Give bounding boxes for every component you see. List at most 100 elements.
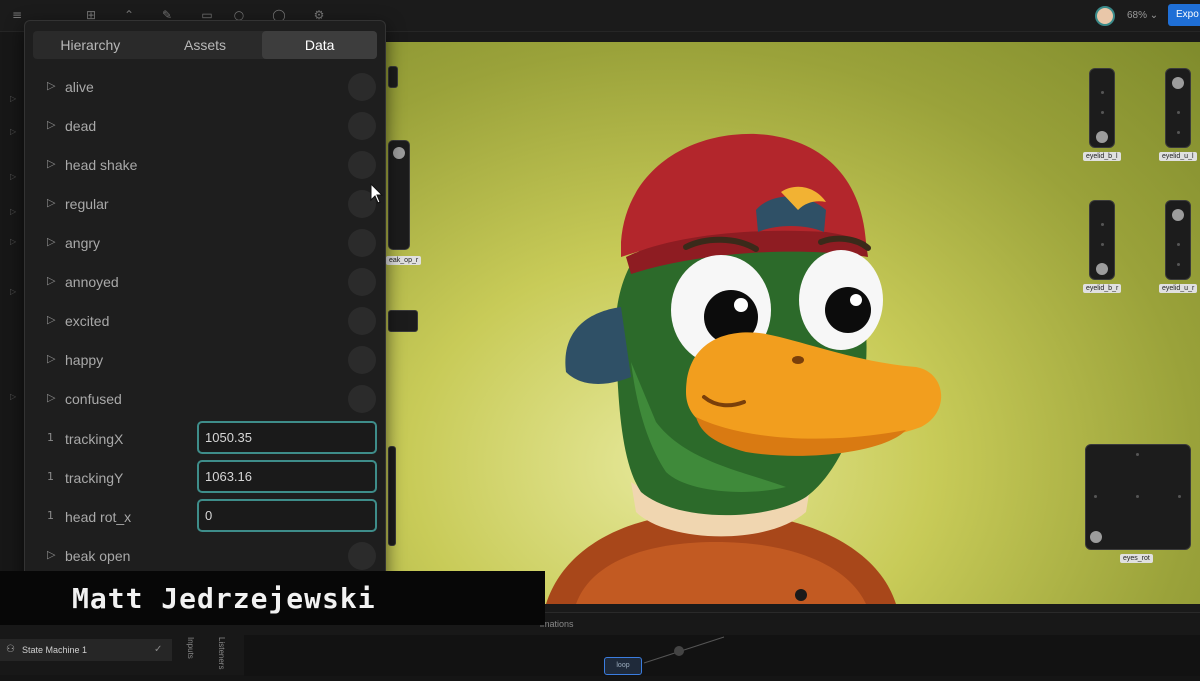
row-label: confused [65, 391, 122, 407]
zoom-level[interactable]: 68% ⌄ [1127, 10, 1158, 21]
beak-open-control[interactable] [388, 140, 410, 250]
row-label: head rot_x [65, 509, 132, 525]
row-label: trackingX [65, 431, 124, 447]
control-knob[interactable] [1096, 263, 1108, 275]
triangle-right-icon[interactable]: ▷ [47, 548, 59, 561]
tab-data[interactable]: Data [262, 31, 378, 59]
triangle-right-icon[interactable]: ▷ [47, 118, 59, 131]
eyes-rot-control[interactable] [1085, 444, 1191, 550]
tab-listeners[interactable]: Listeners [217, 637, 226, 669]
expand-arrow-icon[interactable]: ▷ [10, 94, 16, 103]
partial-control[interactable] [388, 310, 418, 332]
data-row-head-shake[interactable]: ▷ head shake [25, 146, 385, 185]
expand-arrow-icon[interactable]: ▷ [10, 287, 16, 296]
control-knob[interactable] [1172, 209, 1184, 221]
expand-arrow-icon[interactable]: ▷ [10, 392, 16, 401]
triangle-right-icon[interactable]: ▷ [47, 313, 59, 326]
expand-arrow-icon[interactable]: ▷ [10, 127, 16, 136]
boolean-toggle[interactable] [348, 346, 376, 374]
data-row-angry[interactable]: ▷ angry [25, 224, 385, 263]
control-knob[interactable] [1090, 531, 1102, 543]
graph-edges [643, 636, 725, 664]
animations-tab[interactable]: imations [540, 619, 574, 629]
data-row-dead[interactable]: ▷ dead [25, 107, 385, 146]
number-icon: 1 [47, 509, 54, 522]
expand-arrow-icon[interactable]: ▷ [10, 237, 16, 246]
eyelid-u-l-control[interactable] [1165, 68, 1191, 148]
triangle-right-icon[interactable]: ▷ [47, 274, 59, 287]
boolean-toggle[interactable] [348, 73, 376, 101]
data-row-confused[interactable]: ▷ confused [25, 380, 385, 419]
expand-arrow-icon[interactable]: ▷ [10, 172, 16, 181]
boolean-toggle[interactable] [348, 385, 376, 413]
boolean-toggle[interactable] [348, 229, 376, 257]
triangle-right-icon[interactable]: ▷ [47, 235, 59, 248]
duck-character-illustration [546, 133, 942, 604]
data-panel: Hierarchy Assets Data ▷ alive ▷ dead ▷ h… [24, 20, 386, 620]
eyelid-b-l-label: eyelid_b_l [1083, 152, 1121, 161]
data-row-happy[interactable]: ▷ happy [25, 341, 385, 380]
triangle-right-icon[interactable]: ▷ [47, 157, 59, 170]
state-machine-icon: ⚇ [6, 644, 15, 655]
control-knob[interactable] [1172, 77, 1184, 89]
tab-assets[interactable]: Assets [148, 31, 263, 59]
row-label: alive [65, 79, 94, 95]
row-label: angry [65, 235, 101, 251]
eyelid-u-r-control[interactable] [1165, 200, 1191, 280]
data-row-trackingx[interactable]: 1 trackingX 1050.35 [25, 420, 385, 459]
mouse-cursor-icon [370, 183, 384, 204]
eyelid-u-r-label: eyelid_u_r [1159, 284, 1198, 293]
artboard[interactable]: eyelid_b_l eyelid_u_l eyelid_b_r eyelid_… [386, 42, 1200, 604]
export-button[interactable]: Expo [1168, 4, 1200, 26]
loop-state-node[interactable]: loop [604, 657, 642, 675]
caption-name: Matt Jedrzejewski [72, 582, 376, 615]
control-knob[interactable] [393, 147, 405, 159]
eyes-rot-label: eyes_rot [1120, 554, 1153, 563]
control-knob[interactable] [1096, 131, 1108, 143]
partial-control[interactable] [388, 66, 398, 88]
data-row-trackingy[interactable]: 1 trackingY 1063.16 [25, 459, 385, 498]
tab-inputs[interactable]: Inputs [186, 637, 195, 659]
state-graph[interactable] [244, 635, 1200, 676]
canvas-stage[interactable]: eyelid_b_l eyelid_u_l eyelid_b_r eyelid_… [386, 32, 1200, 612]
state-machine-label: State Machine 1 [22, 645, 88, 655]
row-label: happy [65, 352, 104, 368]
eyelid-u-l-label: eyelid_u_l [1159, 152, 1197, 161]
check-icon: ✓ [154, 644, 163, 655]
boolean-toggle[interactable] [348, 151, 376, 179]
number-icon: 1 [47, 431, 54, 444]
triangle-right-icon[interactable]: ▷ [47, 352, 59, 365]
left-hierarchy-strip: ▷ ▷ ▷ ▷ ▷ ▷ ▷ [0, 32, 24, 612]
row-label: head shake [65, 157, 138, 173]
tab-hierarchy[interactable]: Hierarchy [33, 31, 148, 59]
eyelid-b-r-label: eyelid_b_r [1083, 284, 1122, 293]
trackingy-input[interactable]: 1063.16 [197, 460, 377, 493]
data-row-excited[interactable]: ▷ excited [25, 302, 385, 341]
data-row-regular[interactable]: ▷ regular [25, 185, 385, 224]
beak-op-r-label: eak_op_r [386, 256, 422, 265]
menu-icon[interactable]: ≡ [10, 8, 24, 22]
eyelid-b-l-control[interactable] [1089, 68, 1115, 148]
avatar[interactable] [1095, 6, 1115, 26]
state-machine-item[interactable]: ⚇ State Machine 1 ✓ [0, 639, 172, 661]
data-row-annoyed[interactable]: ▷ annoyed [25, 263, 385, 302]
data-row-head-rot-x[interactable]: 1 head rot_x 0 [25, 498, 385, 537]
boolean-toggle[interactable] [348, 307, 376, 335]
expand-arrow-icon[interactable]: ▷ [10, 207, 16, 216]
boolean-toggle[interactable] [348, 542, 376, 570]
trackingx-input[interactable]: 1050.35 [197, 421, 377, 454]
row-label: dead [65, 118, 97, 134]
row-label: regular [65, 196, 109, 212]
data-row-alive[interactable]: ▷ alive [25, 68, 385, 107]
triangle-right-icon[interactable]: ▷ [47, 196, 59, 209]
partial-control[interactable] [388, 446, 396, 546]
eyelid-b-r-control[interactable] [1089, 200, 1115, 280]
row-label: beak open [65, 548, 131, 564]
name-caption: Matt Jedrzejewski [0, 571, 545, 625]
boolean-toggle[interactable] [348, 268, 376, 296]
triangle-right-icon[interactable]: ▷ [47, 391, 59, 404]
row-label: trackingY [65, 470, 124, 486]
boolean-toggle[interactable] [348, 112, 376, 140]
head-rot-x-input[interactable]: 0 [197, 499, 377, 532]
triangle-right-icon[interactable]: ▷ [47, 79, 59, 92]
